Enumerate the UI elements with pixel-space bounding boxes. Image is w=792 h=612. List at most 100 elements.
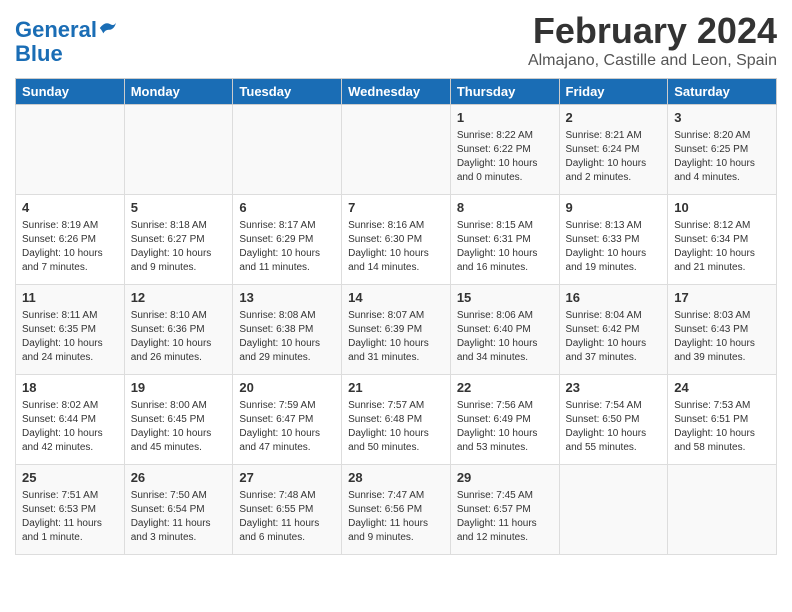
day-number: 26 bbox=[131, 469, 227, 487]
calendar-week-row: 1 Sunrise: 8:22 AMSunset: 6:22 PMDaylight… bbox=[16, 105, 777, 195]
day-info: Sunrise: 8:13 AMSunset: 6:33 PMDaylight:… bbox=[566, 219, 662, 275]
calendar-cell: 24 Sunrise: 7:53 AMSunset: 6:51 PMDayligh… bbox=[668, 375, 777, 465]
day-number: 14 bbox=[348, 289, 444, 307]
calendar-cell: 18 Sunrise: 8:02 AMSunset: 6:44 PMDayligh… bbox=[16, 375, 125, 465]
calendar-cell bbox=[668, 465, 777, 555]
calendar-week-row: 4 Sunrise: 8:19 AMSunset: 6:26 PMDaylight… bbox=[16, 195, 777, 285]
header: General Blue February 2024 Almajano, Cas… bbox=[15, 10, 777, 70]
calendar-cell bbox=[233, 105, 342, 195]
day-info: Sunrise: 7:57 AMSunset: 6:48 PMDaylight:… bbox=[348, 399, 444, 455]
day-number: 25 bbox=[22, 469, 118, 487]
calendar-cell: 11 Sunrise: 8:11 AMSunset: 6:35 PMDayligh… bbox=[16, 285, 125, 375]
day-info: Sunrise: 7:48 AMSunset: 6:55 PMDaylight:… bbox=[239, 489, 335, 545]
day-info: Sunrise: 8:15 AMSunset: 6:31 PMDaylight:… bbox=[457, 219, 553, 275]
day-info: Sunrise: 8:19 AMSunset: 6:26 PMDaylight:… bbox=[22, 219, 118, 275]
day-number: 17 bbox=[674, 289, 770, 307]
day-number: 2 bbox=[566, 109, 662, 127]
day-info: Sunrise: 7:51 AMSunset: 6:53 PMDaylight:… bbox=[22, 489, 118, 545]
logo-text: General bbox=[15, 18, 116, 42]
day-number: 29 bbox=[457, 469, 553, 487]
calendar-cell: 21 Sunrise: 7:57 AMSunset: 6:48 PMDayligh… bbox=[342, 375, 451, 465]
header-monday: Monday bbox=[124, 79, 233, 105]
calendar-cell: 19 Sunrise: 8:00 AMSunset: 6:45 PMDayligh… bbox=[124, 375, 233, 465]
day-info: Sunrise: 8:16 AMSunset: 6:30 PMDaylight:… bbox=[348, 219, 444, 275]
day-info: Sunrise: 8:11 AMSunset: 6:35 PMDaylight:… bbox=[22, 309, 118, 365]
day-info: Sunrise: 8:00 AMSunset: 6:45 PMDaylight:… bbox=[131, 399, 227, 455]
calendar-cell bbox=[559, 465, 668, 555]
calendar-header-row: SundayMondayTuesdayWednesdayThursdayFrid… bbox=[16, 79, 777, 105]
calendar-cell: 1 Sunrise: 8:22 AMSunset: 6:22 PMDaylight… bbox=[450, 105, 559, 195]
day-number: 27 bbox=[239, 469, 335, 487]
calendar-week-row: 11 Sunrise: 8:11 AMSunset: 6:35 PMDayligh… bbox=[16, 285, 777, 375]
calendar-cell: 7Sunrise: 8:16 AMSunset: 6:30 PMDaylight… bbox=[342, 195, 451, 285]
calendar-cell: 22 Sunrise: 7:56 AMSunset: 6:49 PMDayligh… bbox=[450, 375, 559, 465]
day-info: Sunrise: 7:47 AMSunset: 6:56 PMDaylight:… bbox=[348, 489, 444, 545]
day-number: 21 bbox=[348, 379, 444, 397]
calendar-cell: 2 Sunrise: 8:21 AMSunset: 6:24 PMDaylight… bbox=[559, 105, 668, 195]
day-info: Sunrise: 8:17 AMSunset: 6:29 PMDaylight:… bbox=[239, 219, 335, 275]
logo: General Blue bbox=[15, 18, 116, 66]
day-number: 23 bbox=[566, 379, 662, 397]
logo-bird-icon bbox=[98, 19, 116, 37]
day-number: 6 bbox=[239, 199, 335, 217]
day-number: 18 bbox=[22, 379, 118, 397]
logo-line1: General bbox=[15, 17, 97, 42]
calendar-cell: 26Sunrise: 7:50 AMSunset: 6:54 PMDayligh… bbox=[124, 465, 233, 555]
day-info: Sunrise: 8:21 AMSunset: 6:24 PMDaylight:… bbox=[566, 129, 662, 185]
calendar-cell: 12Sunrise: 8:10 AMSunset: 6:36 PMDayligh… bbox=[124, 285, 233, 375]
calendar-week-row: 18 Sunrise: 8:02 AMSunset: 6:44 PMDayligh… bbox=[16, 375, 777, 465]
day-number: 10 bbox=[674, 199, 770, 217]
day-number: 16 bbox=[566, 289, 662, 307]
day-info: Sunrise: 8:12 AMSunset: 6:34 PMDaylight:… bbox=[674, 219, 770, 275]
day-number: 15 bbox=[457, 289, 553, 307]
day-info: Sunrise: 8:07 AMSunset: 6:39 PMDaylight:… bbox=[348, 309, 444, 365]
day-info: Sunrise: 7:53 AMSunset: 6:51 PMDaylight:… bbox=[674, 399, 770, 455]
day-info: Sunrise: 8:08 AMSunset: 6:38 PMDaylight:… bbox=[239, 309, 335, 365]
calendar-cell: 9Sunrise: 8:13 AMSunset: 6:33 PMDaylight… bbox=[559, 195, 668, 285]
month-title: February 2024 bbox=[528, 10, 777, 52]
day-number: 5 bbox=[131, 199, 227, 217]
day-number: 24 bbox=[674, 379, 770, 397]
calendar-cell: 17Sunrise: 8:03 AMSunset: 6:43 PMDayligh… bbox=[668, 285, 777, 375]
calendar-cell: 29 Sunrise: 7:45 AMSunset: 6:57 PMDayligh… bbox=[450, 465, 559, 555]
header-sunday: Sunday bbox=[16, 79, 125, 105]
day-number: 13 bbox=[239, 289, 335, 307]
day-info: Sunrise: 8:04 AMSunset: 6:42 PMDaylight:… bbox=[566, 309, 662, 365]
day-number: 20 bbox=[239, 379, 335, 397]
day-number: 28 bbox=[348, 469, 444, 487]
day-number: 12 bbox=[131, 289, 227, 307]
day-info: Sunrise: 8:18 AMSunset: 6:27 PMDaylight:… bbox=[131, 219, 227, 275]
day-number: 4 bbox=[22, 199, 118, 217]
day-info: Sunrise: 7:54 AMSunset: 6:50 PMDaylight:… bbox=[566, 399, 662, 455]
calendar-cell: 23 Sunrise: 7:54 AMSunset: 6:50 PMDayligh… bbox=[559, 375, 668, 465]
calendar-cell: 15Sunrise: 8:06 AMSunset: 6:40 PMDayligh… bbox=[450, 285, 559, 375]
calendar-cell: 6 Sunrise: 8:17 AMSunset: 6:29 PMDaylight… bbox=[233, 195, 342, 285]
calendar-cell bbox=[16, 105, 125, 195]
calendar-table: SundayMondayTuesdayWednesdayThursdayFrid… bbox=[15, 78, 777, 555]
calendar-cell bbox=[342, 105, 451, 195]
calendar-cell: 4 Sunrise: 8:19 AMSunset: 6:26 PMDaylight… bbox=[16, 195, 125, 285]
day-number: 11 bbox=[22, 289, 118, 307]
day-info: Sunrise: 7:45 AMSunset: 6:57 PMDaylight:… bbox=[457, 489, 553, 545]
calendar-cell: 20 Sunrise: 7:59 AMSunset: 6:47 PMDayligh… bbox=[233, 375, 342, 465]
header-wednesday: Wednesday bbox=[342, 79, 451, 105]
day-number: 3 bbox=[674, 109, 770, 127]
header-friday: Friday bbox=[559, 79, 668, 105]
day-number: 22 bbox=[457, 379, 553, 397]
day-info: Sunrise: 7:56 AMSunset: 6:49 PMDaylight:… bbox=[457, 399, 553, 455]
calendar-cell: 5 Sunrise: 8:18 AMSunset: 6:27 PMDaylight… bbox=[124, 195, 233, 285]
header-saturday: Saturday bbox=[668, 79, 777, 105]
day-info: Sunrise: 7:59 AMSunset: 6:47 PMDaylight:… bbox=[239, 399, 335, 455]
day-info: Sunrise: 8:02 AMSunset: 6:44 PMDaylight:… bbox=[22, 399, 118, 455]
day-info: Sunrise: 8:22 AMSunset: 6:22 PMDaylight:… bbox=[457, 129, 553, 185]
calendar-week-row: 25 Sunrise: 7:51 AMSunset: 6:53 PMDayligh… bbox=[16, 465, 777, 555]
header-tuesday: Tuesday bbox=[233, 79, 342, 105]
calendar-cell: 25 Sunrise: 7:51 AMSunset: 6:53 PMDayligh… bbox=[16, 465, 125, 555]
day-number: 19 bbox=[131, 379, 227, 397]
header-thursday: Thursday bbox=[450, 79, 559, 105]
location-title: Almajano, Castille and Leon, Spain bbox=[528, 52, 777, 70]
day-number: 1 bbox=[457, 109, 553, 127]
calendar-cell: 10 Sunrise: 8:12 AMSunset: 6:34 PMDayligh… bbox=[668, 195, 777, 285]
day-info: Sunrise: 8:20 AMSunset: 6:25 PMDaylight:… bbox=[674, 129, 770, 185]
calendar-cell: 14 Sunrise: 8:07 AMSunset: 6:39 PMDayligh… bbox=[342, 285, 451, 375]
